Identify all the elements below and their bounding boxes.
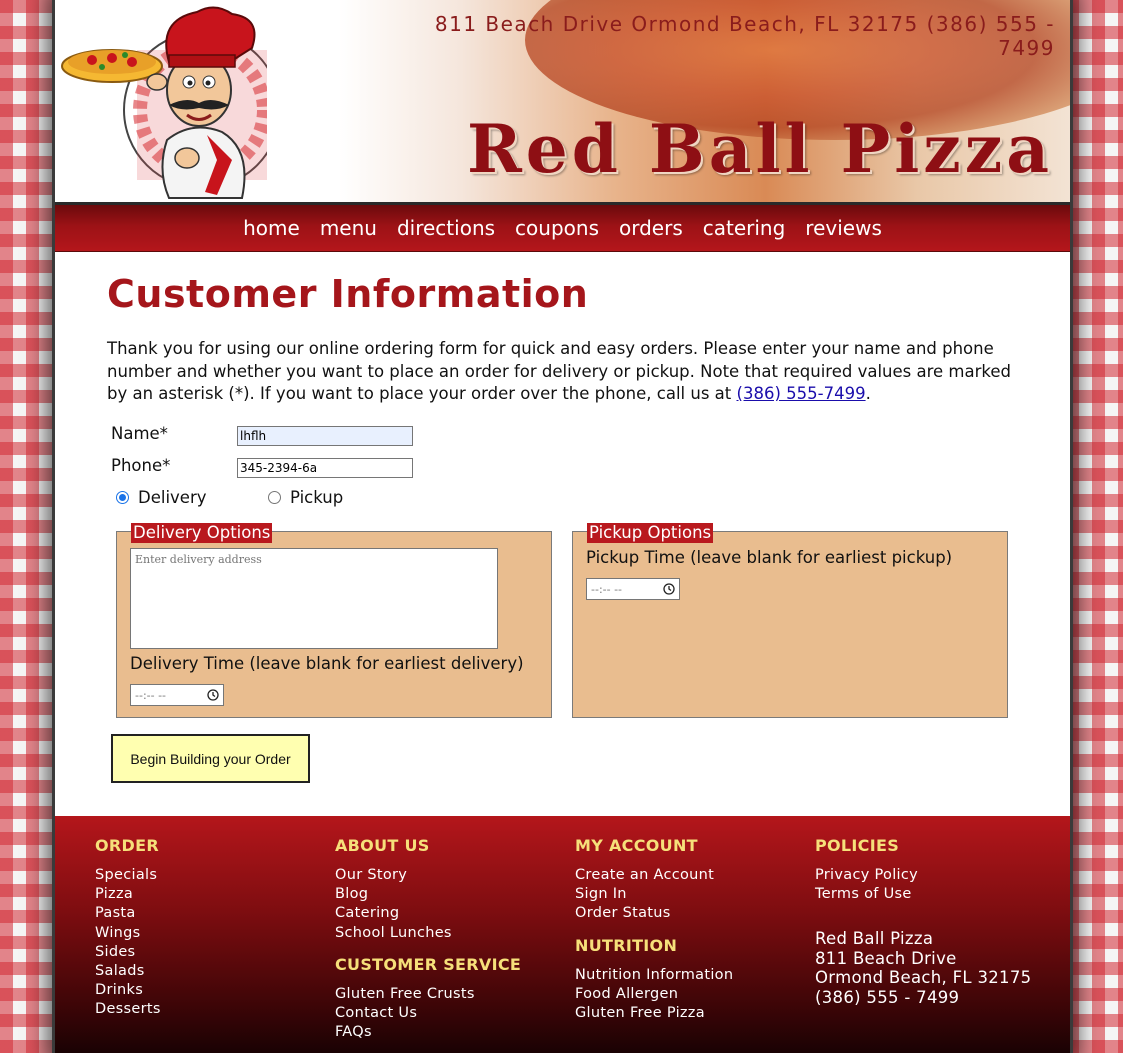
name-label: Name* (111, 424, 168, 443)
pickup-options-legend: Pickup Options (587, 523, 714, 543)
footer-address-street: 811 Beach Drive (815, 948, 957, 968)
clock-icon (663, 583, 675, 595)
intro-end: . (865, 384, 871, 403)
site-header: 811 Beach Drive Ormond Beach, FL 32175 (… (55, 0, 1070, 205)
footer-about-column: ABOUT US Our Story Blog Catering School … (335, 836, 521, 1042)
footer-link-our-story[interactable]: Our Story (335, 866, 521, 885)
nav-directions[interactable]: directions (397, 216, 495, 240)
footer-link-contact-us[interactable]: Contact Us (335, 1004, 521, 1023)
intro-paragraph: Thank you for using our online ordering … (107, 338, 1027, 406)
footer-policies-heading: POLICIES (815, 836, 900, 855)
intro-text: Thank you for using our online ordering … (107, 339, 1011, 403)
pickup-options-fieldset: Pickup Options Pickup Time (leave blank … (572, 523, 1008, 718)
nav-home[interactable]: home (243, 216, 300, 240)
footer-link-terms-of-use[interactable]: Terms of Use (815, 885, 1031, 904)
phone-link[interactable]: (386) 555-7499 (737, 384, 866, 403)
pickup-time-label: Pickup Time (leave blank for earliest pi… (586, 548, 953, 567)
footer-address-name: Red Ball Pizza (815, 929, 934, 949)
delivery-options-legend: Delivery Options (131, 523, 273, 543)
delivery-time-value: --:-- -- (135, 688, 167, 702)
pickup-radio[interactable] (268, 491, 281, 504)
pickup-time-value: --:-- -- (591, 582, 623, 596)
delivery-radio-label: Delivery (138, 488, 207, 507)
name-row: Name* (111, 424, 413, 446)
nav-catering[interactable]: catering (703, 216, 786, 240)
header-address: 811 Beach Drive Ormond Beach, FL 32175 (… (434, 12, 1055, 60)
footer-link-pasta[interactable]: Pasta (95, 904, 161, 923)
footer-link-drinks[interactable]: Drinks (95, 981, 161, 1000)
footer-link-specials[interactable]: Specials (95, 866, 161, 885)
pickup-time-input[interactable]: --:-- -- (586, 578, 680, 600)
footer-link-sides[interactable]: Sides (95, 943, 161, 962)
delivery-radio[interactable] (116, 491, 129, 504)
footer-link-order-status[interactable]: Order Status (575, 904, 733, 923)
name-input[interactable] (237, 426, 413, 446)
phone-input[interactable] (237, 458, 413, 478)
footer-account-heading: MY ACCOUNT (575, 836, 698, 855)
footer-policies-column: POLICIES Privacy Policy Terms of Use Red… (815, 836, 1031, 1007)
pickup-radio-label: Pickup (290, 488, 344, 507)
footer-link-create-account[interactable]: Create an Account (575, 866, 733, 885)
brand-title: Red Ball Pizza (466, 110, 1053, 188)
footer-account-column: MY ACCOUNT Create an Account Sign In Ord… (575, 836, 733, 1023)
footer-about-heading: ABOUT US (335, 836, 430, 855)
main-nav: home menu directions coupons orders cate… (55, 205, 1070, 252)
nav-coupons[interactable]: coupons (515, 216, 599, 240)
main-content: Customer Information Thank you for using… (55, 252, 1070, 818)
delivery-time-input[interactable]: --:-- -- (130, 684, 224, 706)
site-footer: ORDER Specials Pizza Pasta Wings Sides S… (55, 816, 1070, 1053)
footer-address-phone: (386) 555 - 7499 (815, 987, 960, 1007)
footer-link-wings[interactable]: Wings (95, 924, 161, 943)
footer-link-nutrition-info[interactable]: Nutrition Information (575, 966, 733, 985)
delivery-time-label: Delivery Time (leave blank for earliest … (130, 654, 524, 673)
footer-link-desserts[interactable]: Desserts (95, 1000, 161, 1019)
delivery-options-fieldset: Delivery Options Delivery Time (leave bl… (116, 523, 552, 718)
clock-icon (207, 689, 219, 701)
begin-order-button[interactable]: Begin Building your Order (111, 734, 310, 783)
footer-link-catering[interactable]: Catering (335, 904, 521, 923)
chef-logo (61, 6, 267, 199)
footer-link-blog[interactable]: Blog (335, 885, 521, 904)
footer-customer-service-heading: CUSTOMER SERVICE (335, 954, 522, 974)
footer-order-heading: ORDER (95, 836, 159, 855)
delivery-address-input[interactable] (130, 548, 498, 649)
nav-orders[interactable]: orders (619, 216, 683, 240)
footer-link-gluten-free-crusts[interactable]: Gluten Free Crusts (335, 985, 521, 1004)
phone-label: Phone* (111, 456, 171, 475)
footer-link-sign-in[interactable]: Sign In (575, 885, 733, 904)
footer-link-privacy-policy[interactable]: Privacy Policy (815, 866, 1031, 885)
page-container: 811 Beach Drive Ormond Beach, FL 32175 (… (55, 0, 1070, 1053)
nav-reviews[interactable]: reviews (805, 216, 882, 240)
phone-row: Phone* (111, 456, 413, 478)
footer-link-food-allergen[interactable]: Food Allergen (575, 985, 733, 1004)
footer-address-city: Ormond Beach, FL 32175 (815, 968, 1032, 988)
footer-link-faqs[interactable]: FAQs (335, 1023, 521, 1042)
nav-menu[interactable]: menu (320, 216, 377, 240)
footer-link-pizza[interactable]: Pizza (95, 885, 161, 904)
page-title: Customer Information (107, 272, 589, 316)
footer-link-gluten-free-pizza[interactable]: Gluten Free Pizza (575, 1004, 733, 1023)
footer-order-column: ORDER Specials Pizza Pasta Wings Sides S… (95, 836, 161, 1020)
footer-nutrition-heading: NUTRITION (575, 935, 678, 955)
footer-link-salads[interactable]: Salads (95, 962, 161, 981)
footer-link-school-lunches[interactable]: School Lunches (335, 924, 521, 943)
